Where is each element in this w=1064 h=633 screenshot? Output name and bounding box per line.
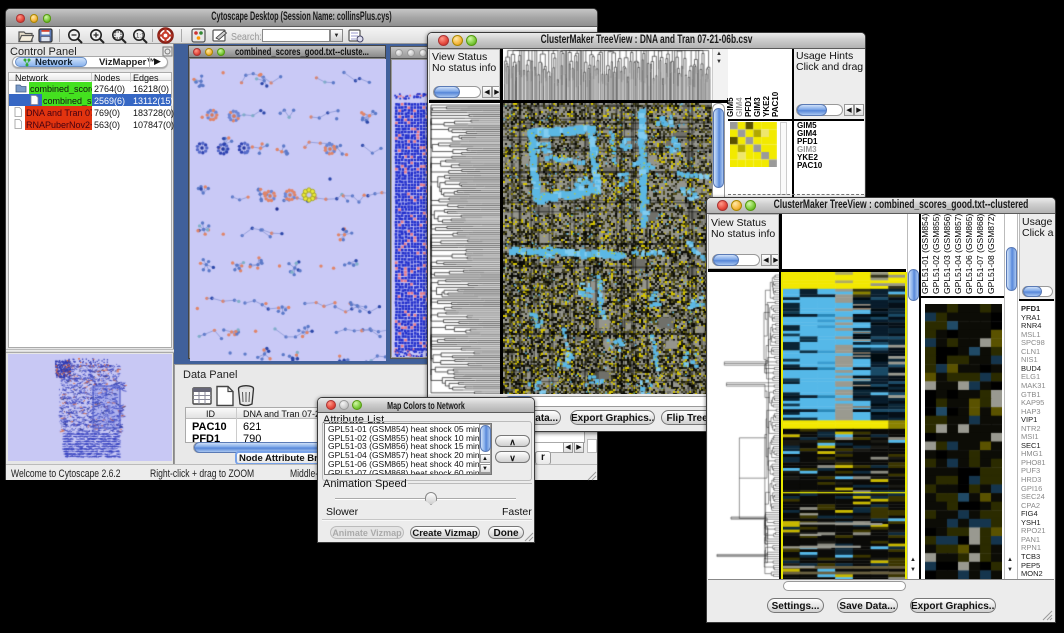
svg-text:1:1: 1:1	[136, 34, 145, 40]
